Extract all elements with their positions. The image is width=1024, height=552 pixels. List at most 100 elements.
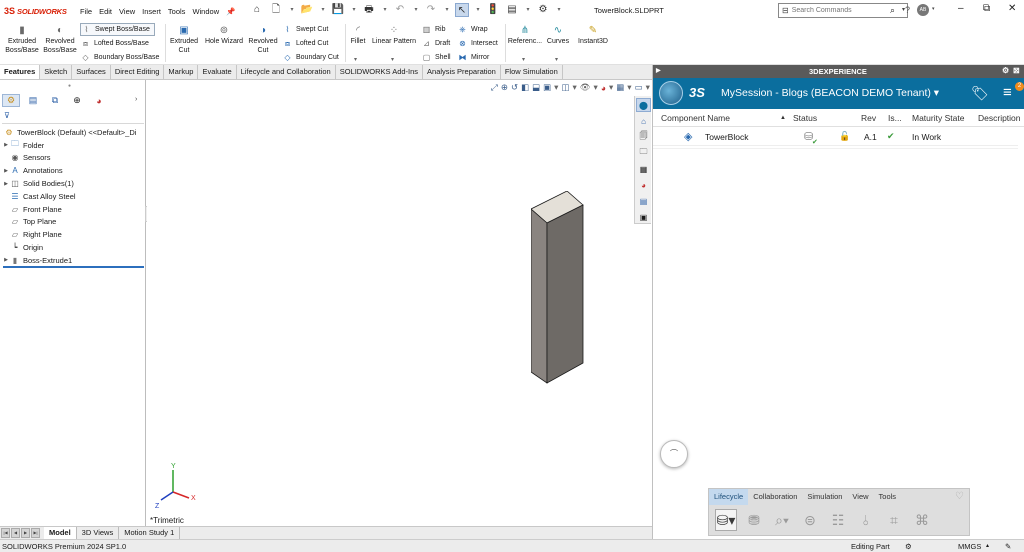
close-icon[interactable]: ✕ bbox=[1008, 3, 1016, 14]
new-document-icon[interactable]: 🗋 bbox=[269, 3, 283, 17]
tab-flow-simulation[interactable]: Flow Simulation bbox=[501, 65, 563, 79]
panel-close-icon[interactable]: ⊠ bbox=[1013, 66, 1020, 75]
file-explorer-icon[interactable]: 🗀 bbox=[636, 146, 651, 160]
search-input[interactable] bbox=[791, 7, 882, 14]
save-with-options-icon[interactable]: ⛃ bbox=[743, 509, 765, 531]
tab-surfaces[interactable]: Surfaces bbox=[72, 65, 111, 79]
table-row[interactable]: ◈ TowerBlock ⛁ ✔ 🔓 A.1 ✔ In Work bbox=[653, 128, 1024, 146]
tree-item[interactable]: ⚙ TowerBlock (Default) <<Default>_Di bbox=[0, 126, 146, 139]
extruded-cut-button[interactable]: ▣ Extruded Cut bbox=[167, 24, 201, 55]
open-icon[interactable]: 📂 bbox=[300, 3, 314, 17]
tab-motion-study-1[interactable]: Motion Study 1 bbox=[119, 527, 181, 539]
intersect-button[interactable]: ⊗ Intersect bbox=[457, 37, 498, 50]
table-scrollbar[interactable] bbox=[1018, 127, 1024, 539]
file-properties-dropdown-icon[interactable]: ▾ bbox=[524, 3, 532, 17]
lofted-cut-button[interactable]: ⧈ Lofted Cut bbox=[282, 37, 328, 50]
column-is[interactable]: Is... bbox=[888, 113, 902, 123]
tree-item[interactable]: ▱ Top Plane bbox=[0, 216, 146, 229]
save-icon[interactable]: 💾 bbox=[331, 3, 345, 17]
fillet-dropdown-icon[interactable]: ▾ bbox=[354, 56, 357, 63]
redo-dropdown-icon[interactable]: ▾ bbox=[443, 3, 451, 17]
wrap-button[interactable]: ⎈ Wrap bbox=[457, 23, 487, 36]
hide-show-items-icon[interactable]: 👁 bbox=[580, 82, 591, 93]
mirror-button[interactable]: ⧓ Mirror bbox=[457, 51, 490, 64]
search-icon[interactable]: ⌕ bbox=[890, 5, 895, 16]
new-dropdown-icon[interactable]: ▾ bbox=[288, 3, 296, 17]
column-description[interactable]: Description bbox=[978, 113, 1021, 123]
expand-panel-icon[interactable]: › bbox=[135, 96, 137, 103]
print-icon[interactable]: 🖶 bbox=[362, 3, 376, 17]
display-style-icon[interactable]: ◫ bbox=[561, 82, 569, 93]
units-dropdown-icon[interactable]: ▴ bbox=[986, 542, 989, 549]
view-settings-dropdown-icon[interactable]: ▾ bbox=[646, 82, 650, 93]
previous-tab-icon[interactable]: ◀ bbox=[11, 528, 20, 538]
options-gear-icon[interactable]: ⚙ bbox=[536, 3, 550, 17]
tab-3d-views[interactable]: 3D Views bbox=[77, 527, 120, 539]
redo-icon[interactable]: ↷ bbox=[424, 3, 438, 17]
rollback-bar[interactable] bbox=[3, 266, 144, 268]
help-icon[interactable]: ? bbox=[905, 5, 910, 15]
tree-item[interactable]: ▱ Front Plane bbox=[0, 203, 146, 216]
dynamic-annotation-icon[interactable]: ⬓ bbox=[532, 82, 540, 93]
section-view-icon[interactable]: ◧ bbox=[521, 82, 529, 93]
save-to-platform-icon[interactable]: ⛁▾ bbox=[715, 509, 737, 531]
tag-icon[interactable]: 🏷 bbox=[971, 85, 989, 102]
graphics-area[interactable]: ⤢ ⊕ ↺ ◧ ⬓ ▣ ▾ ◫ ▾ 👁 ▾ ◕ ▾ ▦ ▾ ▭ ▾ ⬤ ⌂ 🗐 … bbox=[147, 80, 652, 526]
file-properties-icon[interactable]: ▤ bbox=[505, 3, 519, 17]
compass-icon[interactable] bbox=[659, 81, 683, 105]
reference-dropdown-icon[interactable]: ▾ bbox=[522, 56, 525, 63]
tab-direct-editing[interactable]: Direct Editing bbox=[111, 65, 165, 79]
expand-arrow-icon[interactable]: ▶ bbox=[2, 181, 10, 187]
custom-properties-icon[interactable]: ▤ bbox=[636, 194, 651, 208]
panel-pin-icon[interactable]: ⚙ bbox=[1002, 66, 1009, 75]
undo-icon[interactable]: ↶ bbox=[393, 3, 407, 17]
session-dropdown-icon[interactable]: ▾ bbox=[931, 87, 939, 99]
linear-pattern-dropdown-icon[interactable]: ▾ bbox=[391, 56, 394, 63]
tab-lifecycle[interactable]: Lifecycle bbox=[709, 489, 749, 505]
save-dropdown-icon[interactable]: ▾ bbox=[350, 3, 358, 17]
revolved-cut-button[interactable]: ◑ Revolved Cut bbox=[246, 24, 280, 55]
display-manager-icon[interactable]: ◕ bbox=[90, 94, 108, 107]
solidworks-forum-icon[interactable]: ▣ bbox=[636, 210, 651, 224]
tree-item[interactable]: ▶ A Annotations bbox=[0, 164, 146, 177]
user-dropdown-icon[interactable]: ▾ bbox=[932, 6, 935, 12]
tree-item[interactable]: ▶ ▮ Boss-Extrude1 bbox=[0, 254, 146, 267]
edit-appearance-icon[interactable]: ◕ bbox=[601, 83, 606, 93]
tab-markup[interactable]: Markup bbox=[164, 65, 199, 79]
tab-collaboration[interactable]: Collaboration bbox=[748, 489, 802, 505]
column-component-name[interactable]: Component Name bbox=[661, 113, 730, 123]
scene-dropdown-icon[interactable]: ▾ bbox=[627, 82, 631, 93]
view-palette-icon[interactable]: ▦ bbox=[636, 162, 651, 176]
sort-ascending-icon[interactable]: ▲ bbox=[780, 115, 786, 121]
shell-button[interactable]: ▢ Shell bbox=[421, 51, 451, 64]
tab-view[interactable]: View bbox=[847, 489, 873, 505]
swept-cut-button[interactable]: ⌇ Swept Cut bbox=[282, 23, 329, 36]
expand-arrow-icon[interactable]: ▶ bbox=[2, 257, 10, 263]
fillet-button[interactable]: ◜ Fillet bbox=[347, 24, 369, 46]
print-dropdown-icon[interactable]: ▾ bbox=[381, 3, 389, 17]
units-selector[interactable]: MMGS bbox=[958, 542, 981, 551]
column-rev[interactable]: Rev bbox=[861, 113, 876, 123]
solidworks-resources-icon[interactable]: ⌂ bbox=[636, 114, 651, 128]
tab-lifecycle-collaboration[interactable]: Lifecycle and Collaboration bbox=[237, 65, 336, 79]
select-dropdown-icon[interactable]: ▾ bbox=[474, 3, 482, 17]
swept-boss-button[interactable]: ⌇ Swept Boss/Base bbox=[80, 23, 155, 36]
rebuild-icon[interactable]: 🚦 bbox=[486, 3, 500, 17]
zoom-to-fit-icon[interactable]: ⤢ bbox=[491, 82, 498, 93]
rebuild-status-icon[interactable]: ⚙ bbox=[905, 542, 912, 551]
menu-window[interactable]: Window bbox=[192, 7, 219, 16]
property-manager-icon[interactable]: ▤ bbox=[24, 94, 42, 107]
panel-grip-icon[interactable]: ● bbox=[68, 83, 71, 89]
revolved-boss-button[interactable]: ◐ Revolved Boss/Base bbox=[42, 24, 78, 55]
column-maturity-state[interactable]: Maturity State bbox=[912, 113, 964, 123]
revise-icon[interactable]: ⊜ bbox=[799, 509, 821, 531]
undo-dropdown-icon[interactable]: ▾ bbox=[412, 3, 420, 17]
boundary-boss-button[interactable]: ◇ Boundary Boss/Base bbox=[80, 51, 159, 64]
tab-analysis-preparation[interactable]: Analysis Preparation bbox=[423, 65, 501, 79]
tree-item[interactable]: ▶ ◫ Solid Bodies(1) bbox=[0, 177, 146, 190]
view-orientation-dropdown-icon[interactable]: ▾ bbox=[554, 82, 558, 93]
tree-item[interactable]: ▱ Right Plane bbox=[0, 228, 146, 241]
appearance-dropdown-icon[interactable]: ▾ bbox=[609, 82, 613, 93]
solidworks-logo[interactable]: 3S SOLIDWORKS bbox=[4, 6, 70, 16]
tree-item[interactable]: ┕ Origin bbox=[0, 241, 146, 254]
